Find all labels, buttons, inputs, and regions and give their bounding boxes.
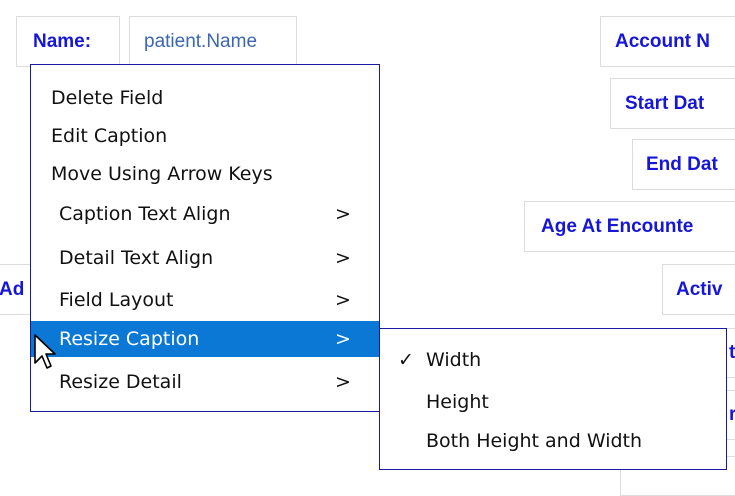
name-detail-label: patient.Name [144,30,258,52]
menu-item-label: Detail Text Align [59,247,214,269]
menu-item-label: Resize Detail [59,371,182,393]
menu-item-caption-text-align[interactable]: Caption Text Align > [31,195,379,233]
submenu-arrow-icon: > [335,203,351,225]
menu-item-edit-caption[interactable]: Edit Caption [31,117,379,155]
submenu-item-height[interactable]: Height [380,383,726,421]
partial-field-right-1-label: t [729,342,735,363]
menu-item-label: Resize Caption [59,328,200,350]
address-caption-field[interactable]: Ad [0,264,32,315]
menu-item-move-using-arrow-keys[interactable]: Move Using Arrow Keys [31,155,379,193]
menu-item-label: Edit Caption [51,125,168,147]
submenu-arrow-icon: > [335,371,351,393]
account-caption-field[interactable]: Account N [600,16,735,67]
menu-item-label: Move Using Arrow Keys [51,163,273,185]
name-caption-label: Name: [33,30,92,52]
start-date-caption-field[interactable]: Start Dat [610,78,735,129]
field-context-menu: Delete Field Edit Caption Move Using Arr… [30,64,380,412]
submenu-item-width[interactable]: ✓ Width [380,341,726,379]
menu-item-label: Caption Text Align [59,203,231,225]
start-date-caption-label: Start Dat [625,92,705,114]
submenu-item-label: Width [426,349,482,371]
submenu-item-both-height-and-width[interactable]: Both Height and Width [380,422,726,460]
account-caption-label: Account N [615,30,710,52]
partial-field-right-2-label: r [729,404,735,426]
submenu-item-label: Height [426,391,489,413]
checkmark-icon: ✓ [398,349,414,371]
submenu-arrow-icon: > [335,328,351,350]
submenu-arrow-icon: > [335,289,351,311]
menu-item-label: Delete Field [51,87,164,109]
menu-item-field-layout[interactable]: Field Layout > [31,281,379,319]
end-date-caption-field[interactable]: End Dat [632,139,735,190]
menu-item-resize-detail[interactable]: Resize Detail > [31,363,379,401]
submenu-item-label: Both Height and Width [426,430,643,452]
submenu-arrow-icon: > [335,247,351,269]
resize-caption-submenu: ✓ Width Height Both Height and Width [379,328,727,470]
age-at-encounter-caption-label: Age At Encounte [541,215,694,237]
address-caption-label: Ad [0,278,25,300]
menu-item-resize-caption[interactable]: Resize Caption > [31,321,379,357]
active-caption-label: Activ [676,278,723,300]
menu-item-label: Field Layout [59,289,174,311]
menu-item-detail-text-align[interactable]: Detail Text Align > [31,239,379,277]
active-caption-field[interactable]: Activ [662,264,735,315]
name-detail-field[interactable]: patient.Name [129,16,297,67]
menu-item-delete-field[interactable]: Delete Field [31,79,379,117]
mouse-pointer-icon [34,334,56,369]
age-at-encounter-caption-field[interactable]: Age At Encounte [524,201,735,252]
name-caption-field[interactable]: Name: [16,16,120,67]
end-date-caption-label: End Dat [646,153,718,175]
